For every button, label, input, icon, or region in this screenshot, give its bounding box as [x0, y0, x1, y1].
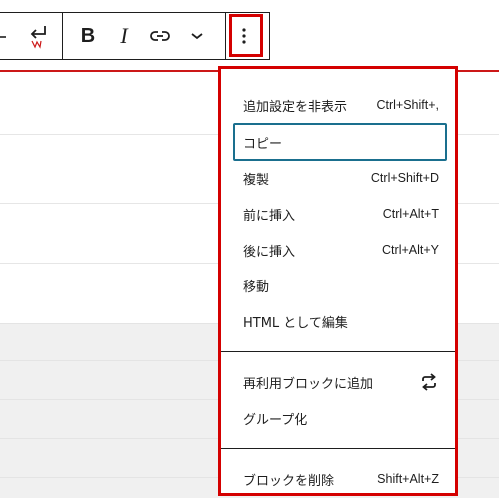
- menu-item-add-to-reusable[interactable]: 再利用ブロックに追加: [233, 364, 447, 400]
- menu-item-hide-more-settings[interactable]: 追加設定を非表示 Ctrl+Shift+,: [233, 87, 447, 123]
- italic-button[interactable]: I: [108, 13, 140, 59]
- menu-item-label: グループ化: [243, 412, 308, 428]
- link-icon: [150, 31, 170, 41]
- menu-item-move[interactable]: 移動: [233, 267, 447, 303]
- menu-separator: [221, 448, 455, 449]
- arrow-left-icon: [0, 36, 6, 38]
- menu-item-edit-as-html[interactable]: HTML として編集: [233, 303, 447, 339]
- italic-icon: I: [120, 23, 128, 48]
- return-icon: [30, 26, 46, 49]
- menu-item-copy[interactable]: コピー: [233, 123, 447, 161]
- more-format-button[interactable]: [182, 13, 212, 59]
- menu-item-shortcut: Shift+Alt+Z: [377, 472, 439, 486]
- menu-item-label: 前に挿入: [243, 208, 296, 224]
- toolbar-divider: [225, 13, 226, 59]
- bold-icon: B: [80, 24, 96, 47]
- menu-item-label: ブロックを削除: [243, 473, 335, 489]
- options-button-highlight: [229, 14, 263, 57]
- menu-item-shortcut: Ctrl+Shift+,: [376, 98, 439, 112]
- chevron-down-icon: [191, 33, 203, 40]
- menu-separator: [221, 351, 455, 352]
- toolbar-divider: [62, 13, 63, 59]
- menu-item-insert-after[interactable]: 後に挿入 Ctrl+Alt+Y: [233, 232, 447, 268]
- block-options-menu: 追加設定を非表示 Ctrl+Shift+, コピー 複製 Ctrl+Shift+…: [218, 66, 458, 496]
- menu-item-insert-before[interactable]: 前に挿入 Ctrl+Alt+T: [233, 196, 447, 232]
- menu-item-shortcut: Ctrl+Alt+Y: [382, 243, 439, 257]
- menu-item-group[interactable]: グループ化: [233, 400, 447, 436]
- menu-item-label: HTML として編集: [243, 315, 348, 331]
- arrow-left-button[interactable]: [0, 13, 12, 59]
- menu-item-label: コピー: [243, 136, 283, 152]
- menu-item-label: 複製: [243, 172, 270, 188]
- menu-item-label: 追加設定を非表示: [243, 99, 348, 115]
- menu-item-duplicate[interactable]: 複製 Ctrl+Shift+D: [233, 160, 447, 196]
- menu-item-label: 後に挿入: [243, 244, 296, 260]
- menu-item-label: 移動: [243, 279, 270, 295]
- bold-button[interactable]: B: [72, 13, 104, 59]
- reusable-icon: [422, 373, 436, 391]
- line-break-button[interactable]: [24, 13, 54, 59]
- menu-item-shortcut: Ctrl+Alt+T: [382, 207, 439, 221]
- menu-item-shortcut: Ctrl+Shift+D: [370, 171, 439, 185]
- menu-item-label: 再利用ブロックに追加: [243, 376, 374, 392]
- menu-item-remove-block[interactable]: ブロックを削除 Shift+Alt+Z: [233, 461, 447, 497]
- link-button[interactable]: [144, 13, 176, 59]
